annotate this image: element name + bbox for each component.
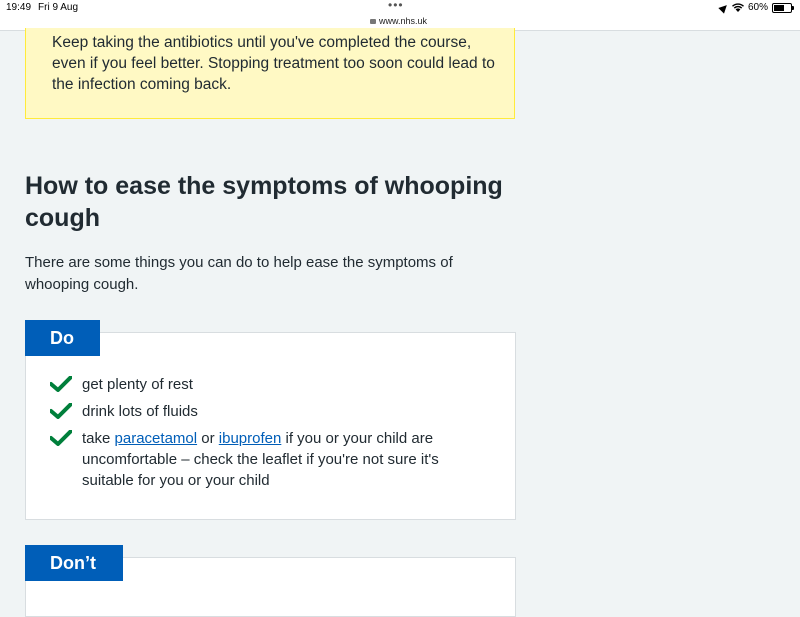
dont-heading: Don’t bbox=[25, 545, 123, 581]
status-time: 19:49 bbox=[6, 2, 32, 13]
battery-fill bbox=[774, 4, 784, 11]
battery-icon bbox=[772, 2, 794, 13]
do-heading: Do bbox=[25, 320, 100, 356]
status-indicators: 60% bbox=[718, 1, 794, 14]
section-title: How to ease the symptoms of whooping cou… bbox=[25, 172, 503, 232]
list-item: get plenty of rest bbox=[50, 374, 490, 395]
lock-icon bbox=[370, 19, 376, 24]
section-intro: There are some things you can do to help… bbox=[25, 254, 453, 293]
location-icon bbox=[718, 1, 730, 14]
address-bar[interactable]: www.nhs.uk bbox=[370, 16, 427, 26]
warning-callout: Keep taking the antibiotics until you've… bbox=[25, 28, 515, 119]
list-item-text: get plenty of rest bbox=[82, 376, 193, 393]
wifi-icon bbox=[731, 3, 744, 12]
list-item-text: drink lots of fluids bbox=[82, 403, 198, 420]
battery-percent: 60% bbox=[747, 2, 768, 13]
list-item-text-mid: or bbox=[197, 430, 219, 447]
tick-icon bbox=[50, 376, 72, 392]
paracetamol-link[interactable]: paracetamol bbox=[115, 430, 198, 447]
status-bar: 19:49 Fri 9 Aug ••• www.nhs.uk 60% bbox=[0, 0, 800, 31]
tick-icon bbox=[50, 403, 72, 419]
list-item: take paracetamol or ibuprofen if you or … bbox=[50, 428, 490, 491]
url-text: www.nhs.uk bbox=[379, 16, 428, 26]
status-date: Fri 9 Aug bbox=[38, 2, 79, 13]
ibuprofen-link[interactable]: ibuprofen bbox=[219, 430, 282, 447]
do-list: get plenty of rest drink lots of fluids … bbox=[50, 374, 490, 497]
list-item: drink lots of fluids bbox=[50, 401, 490, 422]
warning-text: Keep taking the antibiotics until you've… bbox=[52, 34, 495, 93]
tick-icon bbox=[50, 430, 72, 446]
more-options-icon[interactable]: ••• bbox=[388, 0, 404, 12]
list-item-text-prefix: take bbox=[82, 430, 115, 447]
